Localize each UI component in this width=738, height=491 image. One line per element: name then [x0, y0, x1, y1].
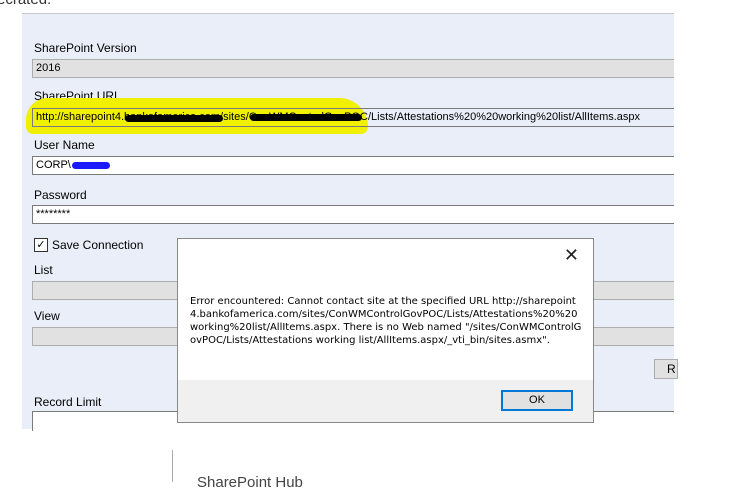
user-label: User Name	[34, 138, 95, 152]
list-label: List	[34, 263, 53, 277]
save-connection-checkbox[interactable]: ✓	[34, 238, 48, 252]
version-select[interactable]: 2016	[32, 59, 674, 78]
record-limit-label: Record Limit	[34, 395, 102, 409]
password-input[interactable]: ********	[32, 205, 674, 224]
redaction	[125, 115, 223, 122]
version-label: SharePoint Version	[34, 41, 137, 55]
error-message: Error encountered: Cannot contact site a…	[190, 296, 582, 346]
error-dialog: ✕ Error encountered: Cannot contact site…	[177, 238, 594, 423]
background-text: ecrated:	[0, 0, 51, 8]
close-icon[interactable]: ✕	[564, 245, 579, 266]
redaction	[72, 162, 110, 169]
refresh-button[interactable]: R	[654, 359, 678, 379]
ok-button[interactable]: OK	[501, 390, 573, 411]
user-input[interactable]: CORP\	[32, 156, 674, 175]
password-label: Password	[34, 188, 87, 202]
save-connection-label: Save Connection	[52, 238, 144, 252]
sharepoint-hub-text: SharePoint Hub	[197, 474, 303, 491]
view-label: View	[34, 309, 60, 323]
redaction	[250, 114, 362, 121]
divider	[172, 450, 173, 482]
